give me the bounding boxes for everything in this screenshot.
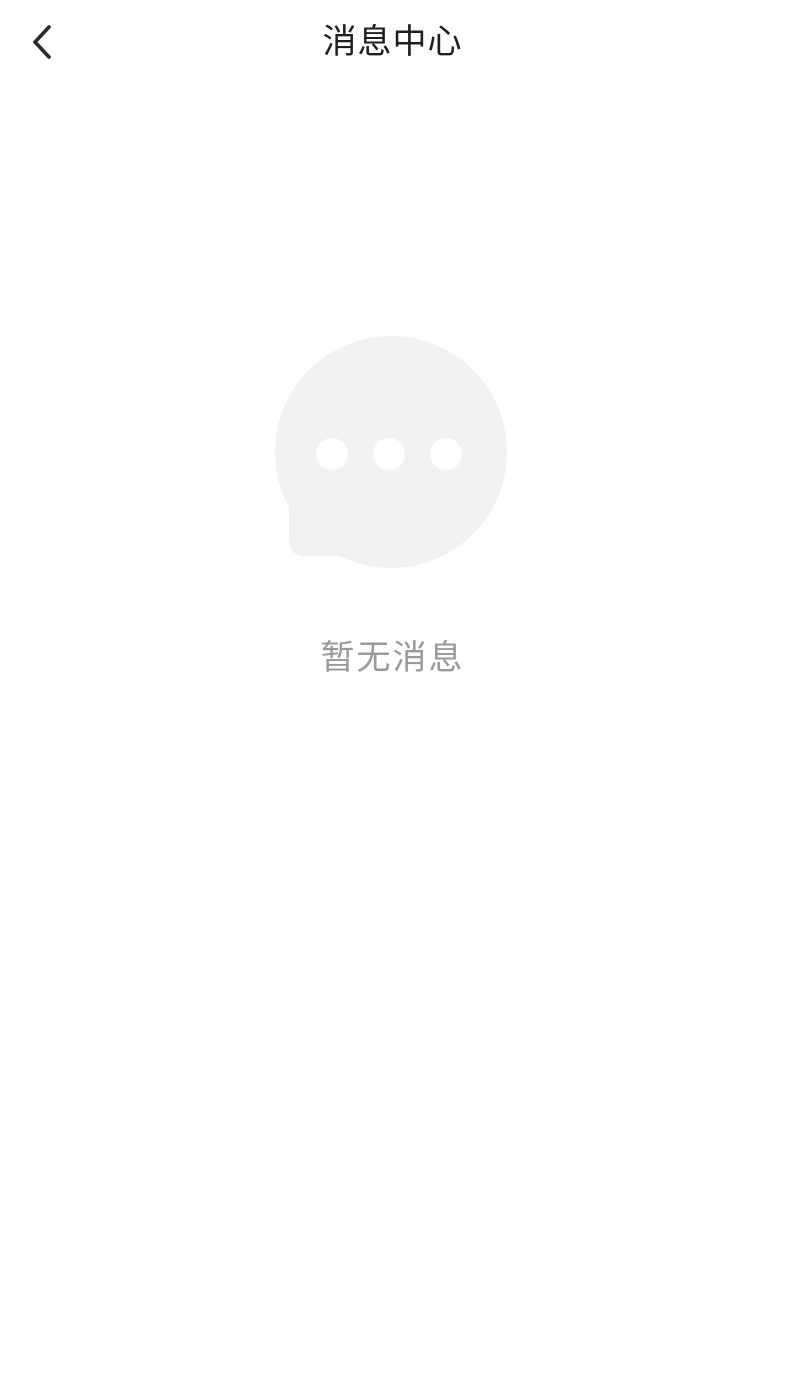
page-title: 消息中心 (322, 22, 463, 62)
empty-message: 暂无消息 (320, 638, 465, 678)
empty-state: 暂无消息 (0, 336, 785, 682)
nav-bar: 消息中心 (0, 0, 785, 86)
message-center-page: 消息中心 暂无消息 (0, 0, 785, 1398)
chat-bubble-icon (274, 336, 507, 568)
